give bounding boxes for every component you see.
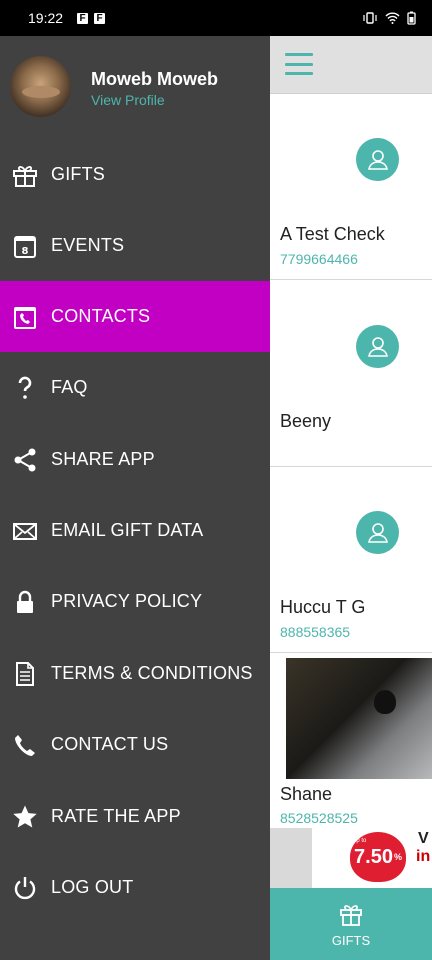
status-time: 19:22 xyxy=(28,10,64,26)
contact-avatar-icon xyxy=(356,138,399,181)
menu-item-label: SHARE APP xyxy=(51,449,155,469)
contact-name: Shane xyxy=(280,784,333,804)
app-bar xyxy=(270,36,432,94)
menu-item-rate-the-app[interactable]: RATE THE APP xyxy=(0,781,270,852)
menu-item-label: GIFTS xyxy=(51,164,105,184)
battery-icon xyxy=(407,11,416,25)
contact-card[interactable]: A Test Check 7799664466 xyxy=(270,94,432,280)
menu-item-privacy-policy[interactable]: PRIVACY POLICY xyxy=(0,566,270,637)
ad-side-text: V xyxy=(418,830,429,847)
menu-item-label: LOG OUT xyxy=(51,877,134,897)
menu-item-label: FAQ xyxy=(51,377,88,397)
menu-item-contacts[interactable]: CONTACTS xyxy=(0,281,270,352)
contact-card[interactable]: Shane 8528528525 xyxy=(270,653,432,839)
menu-item-label: CONTACT US xyxy=(51,734,169,754)
drawer-profile[interactable]: Moweb Moweb View Profile xyxy=(0,36,270,140)
contact-phone: 888558365 xyxy=(280,624,351,640)
avatar xyxy=(10,56,71,117)
contact-avatar-icon xyxy=(356,511,399,554)
ad-value: 7.50 xyxy=(354,845,393,868)
contact-card[interactable]: Huccu T G 888558365 xyxy=(270,467,432,653)
facebook-notification-icon: F xyxy=(94,12,106,24)
star-icon xyxy=(12,804,38,830)
svg-text:8: 8 xyxy=(22,246,29,257)
contact-card[interactable]: Beeny xyxy=(270,281,432,467)
menu-item-share-app[interactable]: SHARE APP xyxy=(0,424,270,495)
contact-name: Huccu T G xyxy=(280,597,366,617)
ad-upto-text: Up to xyxy=(352,838,367,844)
mail-icon xyxy=(12,518,38,544)
bottom-tab-gifts[interactable]: GIFTS xyxy=(270,888,432,960)
share-icon xyxy=(12,447,38,473)
profile-name: Moweb Moweb xyxy=(91,69,218,89)
navigation-drawer: Moweb Moweb View Profile GIFTS 8 EVENTS … xyxy=(0,36,270,960)
contacts-icon xyxy=(12,304,38,330)
menu-item-label: CONTACTS xyxy=(51,306,151,326)
menu-item-label: EMAIL GIFT DATA xyxy=(51,520,204,540)
menu-item-gifts[interactable]: GIFTS xyxy=(0,139,270,210)
ad-banner[interactable]: Up to 7.50% V in xyxy=(270,828,432,888)
bottom-tab-label: GIFTS xyxy=(331,932,371,948)
lock-icon xyxy=(12,589,38,615)
gift-icon xyxy=(340,904,362,926)
menu-item-contact-us[interactable]: CONTACT US xyxy=(0,709,270,780)
contact-photo xyxy=(286,658,432,779)
menu-item-label: RATE THE APP xyxy=(51,806,181,826)
power-icon xyxy=(12,875,38,901)
menu-item-label: EVENTS xyxy=(51,235,125,255)
phone-icon xyxy=(12,732,38,758)
status-bar: 19:22 F F xyxy=(0,0,432,36)
contact-avatar-icon xyxy=(356,325,399,368)
menu-item-email-gift-data[interactable]: EMAIL GIFT DATA xyxy=(0,495,270,566)
contact-phone: 8528528525 xyxy=(280,810,358,826)
question-icon xyxy=(12,375,38,401)
contact-phone: 7799664466 xyxy=(280,251,358,267)
menu-icon[interactable] xyxy=(285,53,313,75)
menu-item-events[interactable]: 8 EVENTS xyxy=(0,210,270,281)
ad-side-text: in xyxy=(416,848,431,865)
menu-item-terms[interactable]: TERMS & CONDITIONS xyxy=(0,638,270,709)
document-icon xyxy=(12,661,38,687)
menu-item-log-out[interactable]: LOG OUT xyxy=(0,852,270,923)
ad-image: Up to 7.50% V in xyxy=(312,828,432,888)
status-icons xyxy=(362,11,416,25)
gift-icon xyxy=(12,162,38,188)
menu-item-label: TERMS & CONDITIONS xyxy=(51,663,253,683)
vibrate-icon xyxy=(363,12,377,24)
wifi-icon xyxy=(385,12,400,24)
view-profile-link[interactable]: View Profile xyxy=(91,92,165,108)
contact-name: A Test Check xyxy=(280,224,385,244)
menu-item-label: PRIVACY POLICY xyxy=(51,591,203,611)
facebook-notification-icon: F xyxy=(77,12,89,24)
contact-name: Beeny xyxy=(280,411,332,431)
contacts-screen: A Test Check 7799664466 Beeny Huccu T G … xyxy=(270,36,432,960)
calendar-icon: 8 xyxy=(12,233,38,259)
menu-item-faq[interactable]: FAQ xyxy=(0,352,270,423)
ad-unit: % xyxy=(393,852,402,862)
